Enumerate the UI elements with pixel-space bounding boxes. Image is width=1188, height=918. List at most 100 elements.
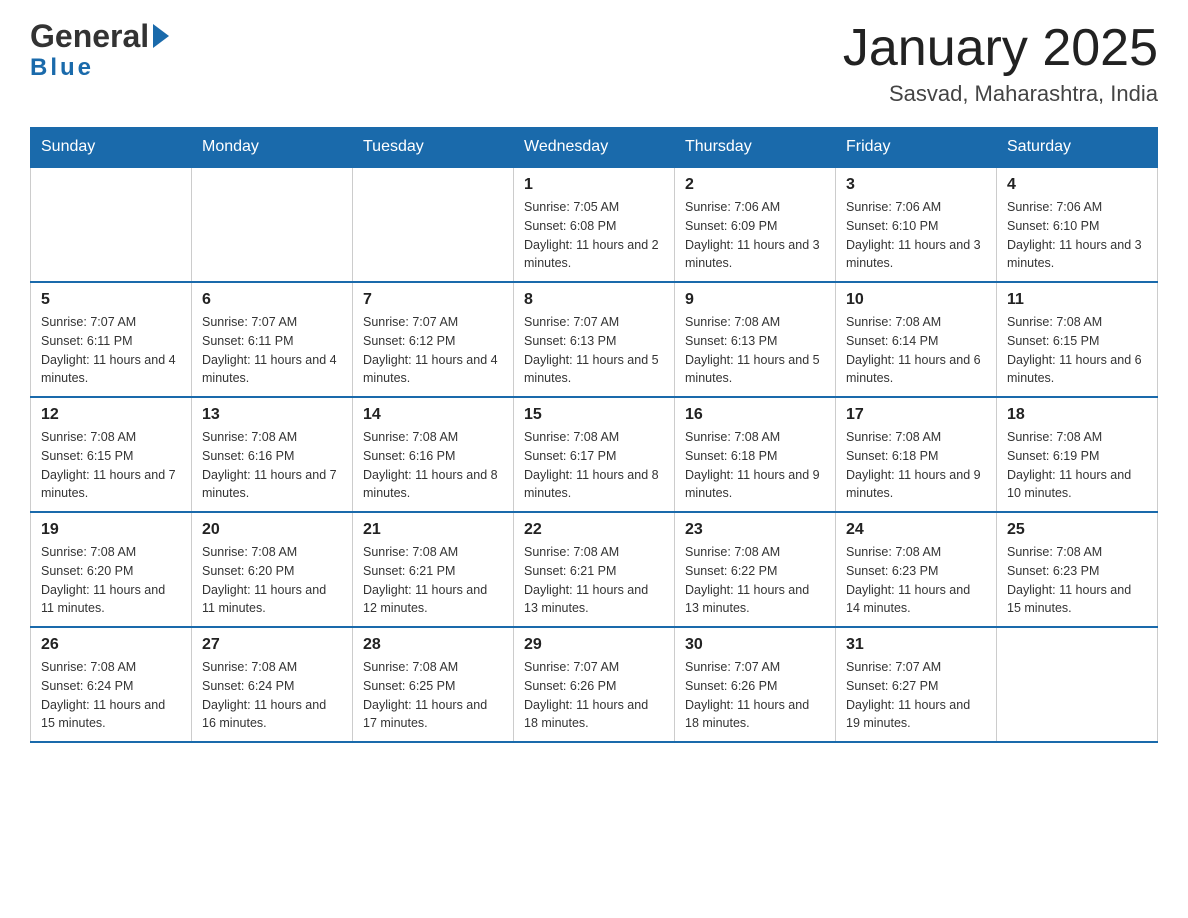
day-info: Sunrise: 7:08 AM Sunset: 6:15 PM Dayligh… (1007, 313, 1147, 388)
day-info: Sunrise: 7:07 AM Sunset: 6:26 PM Dayligh… (524, 658, 664, 733)
day-number: 31 (846, 636, 986, 654)
calendar-cell: 29 Sunrise: 7:07 AM Sunset: 6:26 PM Dayli… (514, 627, 675, 742)
day-info: Sunrise: 7:06 AM Sunset: 6:10 PM Dayligh… (1007, 198, 1147, 273)
day-info: Sunrise: 7:08 AM Sunset: 6:24 PM Dayligh… (202, 658, 342, 733)
calendar-cell: 18Sunrise: 7:08 AM Sunset: 6:19 PM Dayli… (997, 397, 1158, 512)
day-number: 28 (363, 636, 503, 654)
day-info: Sunrise: 7:08 AM Sunset: 6:21 PM Dayligh… (524, 543, 664, 618)
day-number: 13 (202, 406, 342, 424)
day-number: 30 (685, 636, 825, 654)
day-number: 9 (685, 291, 825, 309)
calendar-cell: 21 Sunrise: 7:08 AM Sunset: 6:21 PM Dayli… (353, 512, 514, 627)
calendar-subtitle: Sasvad, Maharashtra, India (843, 81, 1158, 107)
calendar-cell: 1 Sunrise: 7:05 AM Sunset: 6:08 PM Daylig… (514, 167, 675, 282)
calendar-cell: 11 Sunrise: 7:08 AM Sunset: 6:15 PM Dayli… (997, 282, 1158, 397)
day-number: 7 (363, 291, 503, 309)
day-info: Sunrise: 7:08 AM Sunset: 6:18 PM Dayligh… (685, 428, 825, 503)
day-info: Sunrise: 7:08 AM Sunset: 6:20 PM Dayligh… (41, 543, 181, 618)
calendar-week-2: 5 Sunrise: 7:07 AM Sunset: 6:11 PM Daylig… (31, 282, 1158, 397)
calendar-cell: 9Sunrise: 7:08 AM Sunset: 6:13 PM Daylig… (675, 282, 836, 397)
day-info: Sunrise: 7:06 AM Sunset: 6:09 PM Dayligh… (685, 198, 825, 273)
day-info: Sunrise: 7:08 AM Sunset: 6:14 PM Dayligh… (846, 313, 986, 388)
day-info: Sunrise: 7:08 AM Sunset: 6:23 PM Dayligh… (1007, 543, 1147, 618)
day-info: Sunrise: 7:08 AM Sunset: 6:20 PM Dayligh… (202, 543, 342, 618)
day-info: Sunrise: 7:08 AM Sunset: 6:25 PM Dayligh… (363, 658, 503, 733)
day-info: Sunrise: 7:06 AM Sunset: 6:10 PM Dayligh… (846, 198, 986, 273)
day-number: 3 (846, 176, 986, 194)
col-monday: Monday (192, 128, 353, 168)
col-tuesday: Tuesday (353, 128, 514, 168)
calendar-cell (353, 167, 514, 282)
day-info: Sunrise: 7:05 AM Sunset: 6:08 PM Dayligh… (524, 198, 664, 273)
calendar-cell: 22Sunrise: 7:08 AM Sunset: 6:21 PM Dayli… (514, 512, 675, 627)
day-number: 21 (363, 521, 503, 539)
day-number: 15 (524, 406, 664, 424)
day-info: Sunrise: 7:07 AM Sunset: 6:13 PM Dayligh… (524, 313, 664, 388)
calendar-cell: 17Sunrise: 7:08 AM Sunset: 6:18 PM Dayli… (836, 397, 997, 512)
col-friday: Friday (836, 128, 997, 168)
day-number: 1 (524, 176, 664, 194)
day-number: 2 (685, 176, 825, 194)
day-number: 12 (41, 406, 181, 424)
day-number: 16 (685, 406, 825, 424)
calendar-week-1: 1 Sunrise: 7:05 AM Sunset: 6:08 PM Daylig… (31, 167, 1158, 282)
day-number: 17 (846, 406, 986, 424)
logo-triangle-icon (153, 24, 169, 48)
calendar-cell: 10 Sunrise: 7:08 AM Sunset: 6:14 PM Dayli… (836, 282, 997, 397)
calendar-cell: 3 Sunrise: 7:06 AM Sunset: 6:10 PM Daylig… (836, 167, 997, 282)
calendar-cell: 14Sunrise: 7:08 AM Sunset: 6:16 PM Dayli… (353, 397, 514, 512)
day-number: 4 (1007, 176, 1147, 194)
calendar-cell: 26Sunrise: 7:08 AM Sunset: 6:24 PM Dayli… (31, 627, 192, 742)
calendar-week-4: 19 Sunrise: 7:08 AM Sunset: 6:20 PM Dayli… (31, 512, 1158, 627)
day-info: Sunrise: 7:08 AM Sunset: 6:16 PM Dayligh… (363, 428, 503, 503)
col-thursday: Thursday (675, 128, 836, 168)
calendar-cell: 7 Sunrise: 7:07 AM Sunset: 6:12 PM Daylig… (353, 282, 514, 397)
day-info: Sunrise: 7:08 AM Sunset: 6:24 PM Dayligh… (41, 658, 181, 733)
calendar-cell: 20 Sunrise: 7:08 AM Sunset: 6:20 PM Dayli… (192, 512, 353, 627)
day-info: Sunrise: 7:08 AM Sunset: 6:22 PM Dayligh… (685, 543, 825, 618)
calendar-cell: 19 Sunrise: 7:08 AM Sunset: 6:20 PM Dayli… (31, 512, 192, 627)
calendar-cell (192, 167, 353, 282)
title-block: January 2025 Sasvad, Maharashtra, India (843, 20, 1158, 107)
calendar-cell: 31 Sunrise: 7:07 AM Sunset: 6:27 PM Dayli… (836, 627, 997, 742)
col-sunday: Sunday (31, 128, 192, 168)
day-info: Sunrise: 7:08 AM Sunset: 6:15 PM Dayligh… (41, 428, 181, 503)
day-number: 11 (1007, 291, 1147, 309)
logo-general-text: General (30, 20, 169, 52)
calendar-cell (997, 627, 1158, 742)
day-info: Sunrise: 7:07 AM Sunset: 6:11 PM Dayligh… (202, 313, 342, 388)
day-info: Sunrise: 7:07 AM Sunset: 6:27 PM Dayligh… (846, 658, 986, 733)
col-saturday: Saturday (997, 128, 1158, 168)
calendar-cell (31, 167, 192, 282)
day-number: 10 (846, 291, 986, 309)
day-info: Sunrise: 7:08 AM Sunset: 6:16 PM Dayligh… (202, 428, 342, 503)
day-number: 20 (202, 521, 342, 539)
calendar-cell: 6Sunrise: 7:07 AM Sunset: 6:11 PM Daylig… (192, 282, 353, 397)
calendar-cell: 30 Sunrise: 7:07 AM Sunset: 6:26 PM Dayli… (675, 627, 836, 742)
day-info: Sunrise: 7:08 AM Sunset: 6:23 PM Dayligh… (846, 543, 986, 618)
logo: General Blue (30, 20, 169, 82)
day-info: Sunrise: 7:08 AM Sunset: 6:17 PM Dayligh… (524, 428, 664, 503)
calendar-cell: 28 Sunrise: 7:08 AM Sunset: 6:25 PM Dayli… (353, 627, 514, 742)
calendar-cell: 25Sunrise: 7:08 AM Sunset: 6:23 PM Dayli… (997, 512, 1158, 627)
calendar-cell: 12 Sunrise: 7:08 AM Sunset: 6:15 PM Dayli… (31, 397, 192, 512)
day-number: 27 (202, 636, 342, 654)
calendar-cell: 15 Sunrise: 7:08 AM Sunset: 6:17 PM Dayli… (514, 397, 675, 512)
calendar-cell: 4 Sunrise: 7:06 AM Sunset: 6:10 PM Daylig… (997, 167, 1158, 282)
day-number: 8 (524, 291, 664, 309)
day-info: Sunrise: 7:07 AM Sunset: 6:12 PM Dayligh… (363, 313, 503, 388)
day-number: 23 (685, 521, 825, 539)
page-header: General Blue January 2025 Sasvad, Mahara… (30, 20, 1158, 107)
logo-blue-text: Blue (30, 54, 94, 82)
day-info: Sunrise: 7:07 AM Sunset: 6:11 PM Dayligh… (41, 313, 181, 388)
calendar-cell: 27 Sunrise: 7:08 AM Sunset: 6:24 PM Dayli… (192, 627, 353, 742)
day-number: 19 (41, 521, 181, 539)
calendar-table: Sunday Monday Tuesday Wednesday Thursday… (30, 127, 1158, 743)
calendar-header-row: Sunday Monday Tuesday Wednesday Thursday… (31, 128, 1158, 168)
calendar-cell: 24Sunrise: 7:08 AM Sunset: 6:23 PM Dayli… (836, 512, 997, 627)
day-info: Sunrise: 7:07 AM Sunset: 6:26 PM Dayligh… (685, 658, 825, 733)
day-number: 5 (41, 291, 181, 309)
day-info: Sunrise: 7:08 AM Sunset: 6:21 PM Dayligh… (363, 543, 503, 618)
day-number: 18 (1007, 406, 1147, 424)
day-number: 29 (524, 636, 664, 654)
